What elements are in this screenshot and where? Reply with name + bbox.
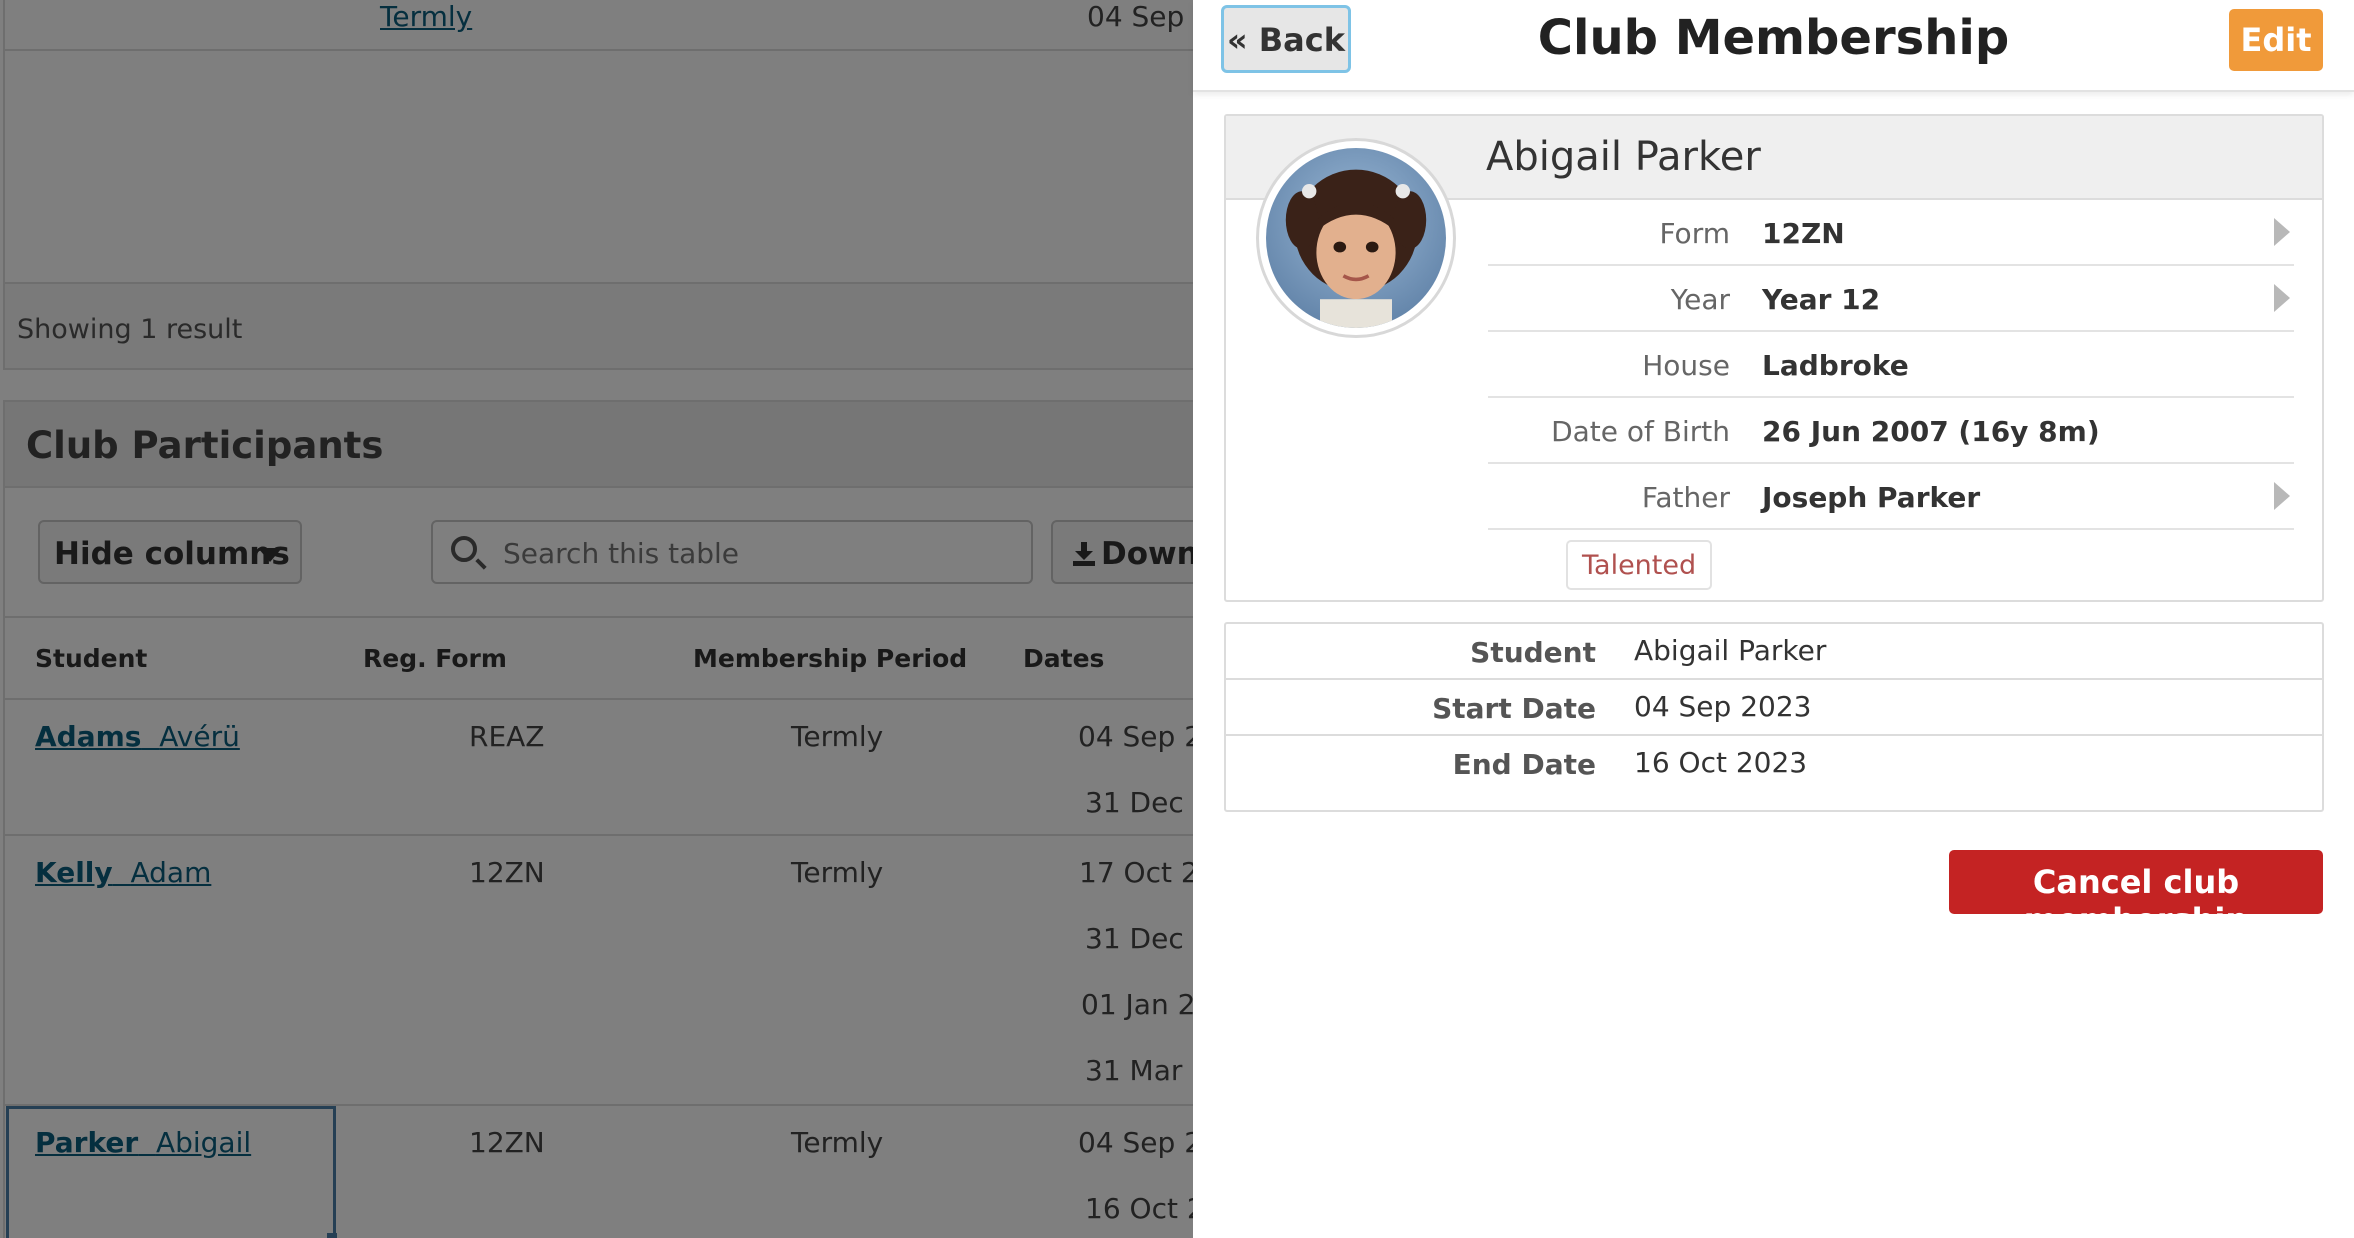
student-photo: [1266, 148, 1446, 328]
detail-row-end-date: End Date 16 Oct 2023: [1452, 746, 1808, 781]
student-profile-card: Abigail Parker Form 12ZN Year Year 12 Ho…: [1224, 114, 2324, 602]
info-row-form[interactable]: Form 12ZN: [1488, 200, 2294, 266]
membership-details-card: Student Abigail Parker Start Date 04 Sep…: [1224, 622, 2324, 812]
club-membership-panel: « Back Club Membership Edit Abigail Park…: [1193, 0, 2354, 1238]
detail-row-start-date: Start Date 04 Sep 2023: [1226, 680, 2322, 736]
student-name: Abigail Parker: [1486, 134, 1761, 180]
chevron-right-icon[interactable]: [2274, 284, 2290, 312]
info-row-date-of-birth: Date of Birth 26 Jun 2007 (16y 8m): [1488, 398, 2294, 464]
panel-header: « Back Club Membership Edit: [1193, 0, 2354, 92]
chevron-right-icon[interactable]: [2274, 482, 2290, 510]
info-row-year[interactable]: Year Year 12: [1488, 266, 2294, 332]
avatar: [1256, 138, 1456, 338]
cancel-membership-button[interactable]: Cancel club membership: [1949, 850, 2323, 939]
info-row-father[interactable]: Father Joseph Parker: [1488, 464, 2294, 530]
modal-backdrop[interactable]: [0, 0, 1193, 1238]
detail-row-student: Student Abigail Parker: [1226, 624, 2322, 680]
talented-badge: Talented: [1566, 540, 1713, 590]
chevron-right-icon[interactable]: [2274, 218, 2290, 246]
student-info-list: Form 12ZN Year Year 12 House Ladbroke Da…: [1488, 200, 2294, 530]
info-row-house: House Ladbroke: [1488, 332, 2294, 398]
edit-button[interactable]: Edit: [2229, 9, 2323, 71]
panel-title: Club Membership: [1537, 10, 2010, 66]
